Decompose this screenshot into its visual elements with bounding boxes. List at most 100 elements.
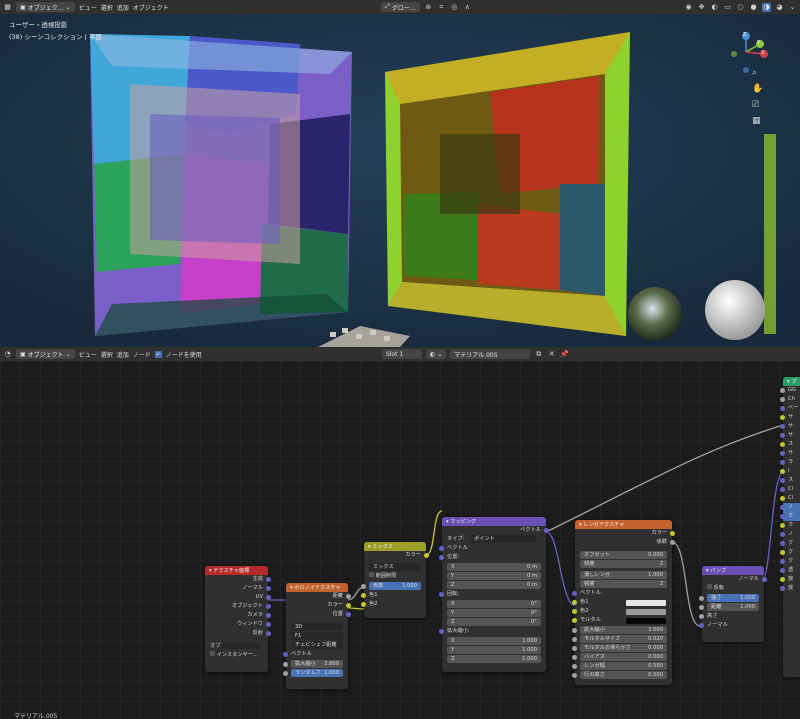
overlay-icon[interactable]: ◐ — [710, 3, 719, 12]
socket-in[interactable] — [572, 646, 577, 651]
shading-solid-icon[interactable]: ● — [749, 3, 758, 12]
scale-y-field[interactable]: Y 1.000 — [447, 646, 541, 654]
fake-user-icon[interactable]: ⧉ — [534, 350, 543, 359]
socket-in[interactable] — [572, 637, 577, 642]
shading-material-icon[interactable]: ◑ — [762, 2, 772, 12]
rotation-z-field[interactable]: Z 0° — [447, 618, 541, 626]
socket-in[interactable] — [780, 532, 785, 537]
node-principled-bsdf[interactable]: ▾ プ GG Ch ベーサササスサラ I ス Cl Cl ノククノククク透放放 — [780, 377, 800, 677]
socket-in[interactable] — [780, 505, 785, 510]
socket-in[interactable] — [780, 541, 785, 546]
scale-z-field[interactable]: Z 1.000 — [447, 655, 541, 663]
node-header[interactable]: ▾ バンプ — [702, 566, 764, 575]
socket-out[interactable] — [346, 603, 351, 608]
socket-in[interactable] — [572, 600, 577, 605]
node-header[interactable]: ▾ テクスチャ座標 — [205, 566, 268, 575]
socket-out[interactable] — [346, 612, 351, 617]
socket-out[interactable] — [266, 613, 271, 618]
node-header[interactable]: ▾ レンガテクスチャ — [575, 520, 672, 529]
location-z-field[interactable]: Z0 m — [447, 581, 541, 589]
menu-object[interactable]: オブジェクト — [133, 3, 169, 12]
from-instancer-checkbox[interactable] — [210, 651, 215, 656]
socket-out[interactable] — [346, 594, 351, 599]
gizmo-toggle-icon[interactable]: ✥ — [697, 3, 706, 12]
editor-type-icon[interactable]: ▦ — [3, 3, 12, 12]
factor-field[interactable]: 係数 1.000 — [361, 582, 421, 590]
grid-icon[interactable]: ▦ — [752, 116, 763, 126]
navigation-gizmo[interactable]: Z Y X — [726, 30, 772, 76]
socket-in[interactable] — [572, 655, 577, 660]
socket-out[interactable] — [266, 595, 271, 600]
pivot-icon[interactable]: ⊛ — [424, 3, 433, 12]
socket-in[interactable] — [361, 584, 366, 589]
node-menu-node[interactable]: ノード — [133, 350, 151, 359]
socket-in[interactable] — [780, 523, 785, 528]
blend-mode-dropdown[interactable]: ミックス — [369, 563, 421, 571]
menu-view[interactable]: ビュー — [79, 3, 97, 12]
shading-options-icon[interactable]: ⌄ — [788, 3, 797, 12]
row-height-field[interactable]: 行の高さ 0.500 — [572, 671, 667, 679]
node-header[interactable]: ▾ ミックス — [364, 542, 426, 551]
socket-in[interactable] — [780, 451, 785, 456]
socket-in[interactable] — [780, 397, 785, 402]
socket-out[interactable] — [266, 577, 271, 582]
socket-in[interactable] — [572, 591, 577, 596]
socket-in[interactable] — [780, 514, 785, 519]
socket-in[interactable] — [439, 592, 444, 597]
socket-in[interactable] — [780, 406, 785, 411]
socket-in[interactable] — [780, 496, 785, 501]
socket-in[interactable] — [699, 623, 704, 628]
socket-in[interactable] — [780, 568, 785, 573]
node-menu-view[interactable]: ビュー — [79, 350, 97, 359]
location-y-field[interactable]: Y0 m — [447, 572, 541, 580]
mortar-swatch[interactable] — [626, 617, 666, 624]
zoom-icon[interactable]: ⌕ — [752, 68, 763, 78]
socket-in[interactable] — [572, 609, 577, 614]
socket-in[interactable] — [780, 577, 785, 582]
node-menu-add[interactable]: 追加 — [117, 350, 129, 359]
socket-in[interactable] — [699, 605, 704, 610]
socket-out[interactable] — [266, 604, 271, 609]
socket-in[interactable] — [439, 546, 444, 551]
socket-out[interactable] — [266, 622, 271, 627]
menu-add[interactable]: 追加 — [117, 3, 129, 12]
object-picker-field[interactable] — [222, 642, 261, 649]
socket-in[interactable] — [780, 478, 785, 483]
node-mix[interactable]: ▾ ミックス カラー ミックス 範囲制限 係数 1.000 色1 色2 — [361, 542, 429, 618]
socket-in[interactable] — [780, 442, 785, 447]
socket-in[interactable] — [361, 602, 366, 607]
strength-field[interactable]: 強さ 1.000 — [699, 594, 759, 602]
socket-in[interactable] — [572, 628, 577, 633]
socket-in[interactable] — [361, 593, 366, 598]
node-header[interactable]: ▾ プ — [783, 377, 800, 386]
rotation-y-field[interactable]: Y 0° — [447, 609, 541, 617]
shading-wireframe-icon[interactable]: ○ — [736, 3, 745, 12]
node-header[interactable]: ▾ ボロノイテクスチャ — [286, 583, 348, 592]
visibility-icon[interactable]: ◉ — [684, 3, 693, 12]
xray-icon[interactable]: ▭ — [723, 3, 732, 12]
socket-out[interactable] — [670, 540, 675, 545]
type-dropdown[interactable]: ポイント — [469, 535, 536, 543]
socket-in[interactable] — [780, 550, 785, 555]
offset-frequency-field[interactable]: 頻度 2 — [580, 560, 667, 568]
brick-width-field[interactable]: レンガ幅 0.500 — [572, 662, 667, 670]
node-mapping[interactable]: ▾ マッピング ベクトル タイプ: ポイント ベクトル 位置: X0 m Y0 … — [439, 517, 549, 672]
location-x-field[interactable]: X0 m — [447, 563, 541, 571]
snap-icon[interactable]: ⌗ — [437, 3, 446, 12]
node-voronoi-texture[interactable]: ▾ ボロノイテクスチャ 距離 カラー 位置 3D F1 チェビシェフ距離 ベクト… — [283, 583, 351, 689]
socket-in[interactable] — [780, 469, 785, 474]
node-brick-texture[interactable]: ▾ レンガテクスチャ カラー 係数 オフセット 0.000 頻度 2 潰しレンガ 1.… — [572, 520, 675, 685]
pin-icon[interactable]: 📌 — [560, 350, 569, 359]
distance-field[interactable]: 距離 1.000 — [699, 603, 759, 611]
node-editor-canvas[interactable]: ▾ テクスチャ座標 生成 ノーマル UV オブジェクト カメラ ウィンドウ 反射… — [0, 361, 800, 719]
clamp-checkbox[interactable] — [369, 572, 374, 577]
node-bump[interactable]: ▾ バンプ ノーマル 反転 強さ 1.000 距離 1.000 高さ ノーマル — [699, 566, 767, 642]
falloff-icon[interactable]: ∧ — [463, 3, 472, 12]
color2-swatch[interactable] — [626, 608, 666, 615]
shading-rendered-icon[interactable]: ◕ — [775, 3, 784, 12]
socket-in[interactable] — [572, 664, 577, 669]
shader-editor-icon[interactable]: ◔ — [3, 350, 12, 359]
socket-in[interactable] — [439, 555, 444, 560]
rotation-x-field[interactable]: X 0° — [447, 600, 541, 608]
socket-in[interactable] — [699, 596, 704, 601]
